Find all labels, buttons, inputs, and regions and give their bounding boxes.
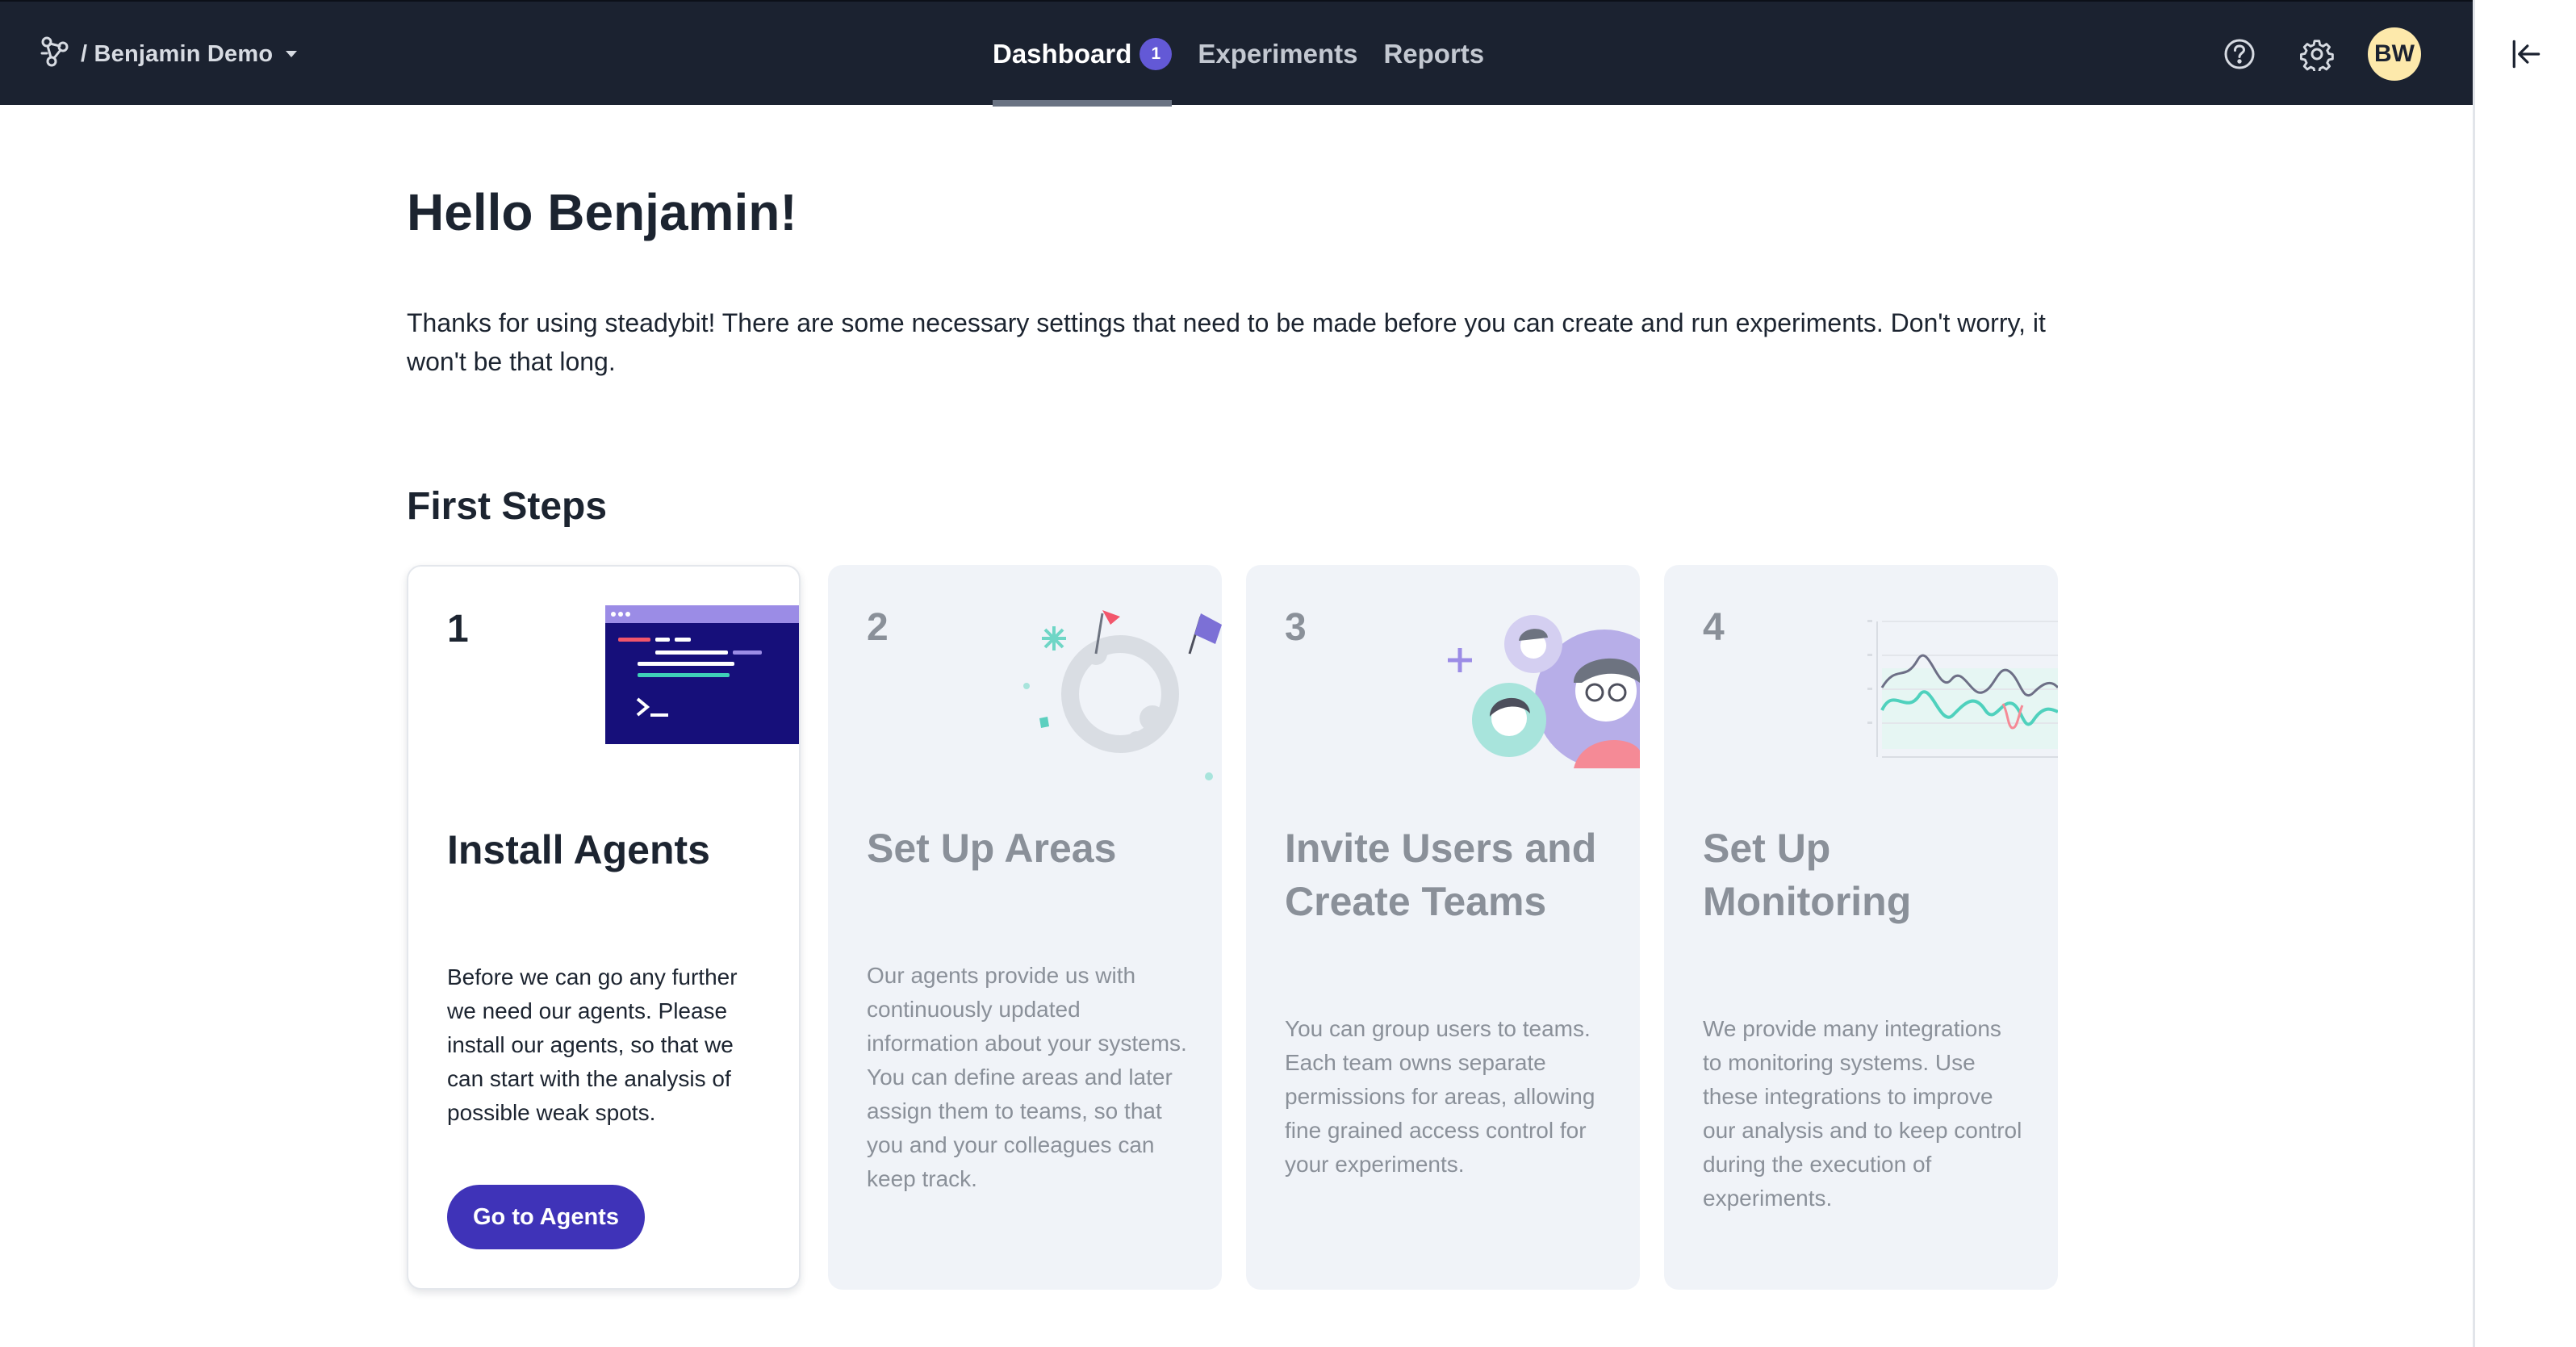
intro-text: Thanks for using steadybit! There are so… (407, 308, 2046, 376)
brand-logo-icon (36, 34, 73, 75)
step-description: Our agents provide us with continuously … (867, 963, 1187, 1191)
step-title: Install Agents (447, 827, 710, 872)
collapse-panel-icon[interactable] (2506, 34, 2546, 74)
nav-tab-label: Dashboard (993, 39, 1132, 69)
nav-tab-label: Experiments (1198, 39, 1358, 69)
nav-tab-dashboard[interactable]: Dashboard 1 (993, 2, 1173, 107)
chevron-down-icon (286, 51, 298, 57)
step-number: 1 (447, 608, 469, 650)
step-number: 2 (867, 606, 889, 649)
top-navigation-bar: / Benjamin Demo Dashboard 1 Experiments … (0, 0, 2473, 107)
step-card-install-agents[interactable]: 1 Install Agents Before we can go any fu… (407, 565, 801, 1290)
main-nav: Dashboard 1 Experiments Reports (993, 2, 1510, 107)
users-illustration-icon (1448, 615, 1640, 768)
nav-tab-label: Reports (1383, 39, 1485, 69)
side-panel (2473, 0, 2576, 1347)
step-description: You can group users to teams. Each team … (1285, 1016, 1595, 1177)
step-card-set-up-areas[interactable]: 2 Set Up Areas Our agents provide us wit… (828, 565, 1222, 1290)
gear-icon[interactable] (2298, 36, 2336, 73)
moon-flags-illustration-icon (1023, 610, 1222, 780)
nav-tab-reports[interactable]: Reports (1383, 2, 1484, 107)
first-steps-cards: 1 Install Agents Before we can go any fu… (407, 565, 2069, 1290)
monitoring-chart-illustration-icon (1867, 620, 2058, 758)
step-title: Invite Users and Create Teams (1285, 826, 1597, 924)
nav-tab-experiments[interactable]: Experiments (1198, 2, 1357, 107)
terminal-illustration-icon (605, 605, 799, 744)
help-icon[interactable] (2221, 36, 2258, 73)
workspace-switcher[interactable]: / Benjamin Demo (36, 34, 298, 75)
step-description: We provide many integrations to monitori… (1703, 1016, 2022, 1211)
avatar[interactable]: BW (2368, 27, 2421, 81)
step-number: 4 (1703, 606, 1725, 649)
step-number: 3 (1285, 606, 1307, 649)
page-title: Hello Benjamin! (407, 183, 797, 241)
step-title: Set Up Monitoring (1703, 826, 1912, 924)
section-title: First Steps (407, 485, 608, 528)
step-card-invite-users[interactable]: 3 Invite Users and Create Teams You can … (1246, 565, 1640, 1290)
step-description: Before we can go any further we need our… (447, 964, 738, 1125)
workspace-name: / Benjamin Demo (81, 40, 274, 67)
go-to-agents-button[interactable]: Go to Agents (447, 1185, 645, 1249)
step-card-set-up-monitoring[interactable]: 4 Set Up Monitoring We provide many inte… (1664, 565, 2058, 1290)
step-title: Set Up Areas (867, 826, 1117, 871)
notification-badge: 1 (1140, 38, 1173, 70)
